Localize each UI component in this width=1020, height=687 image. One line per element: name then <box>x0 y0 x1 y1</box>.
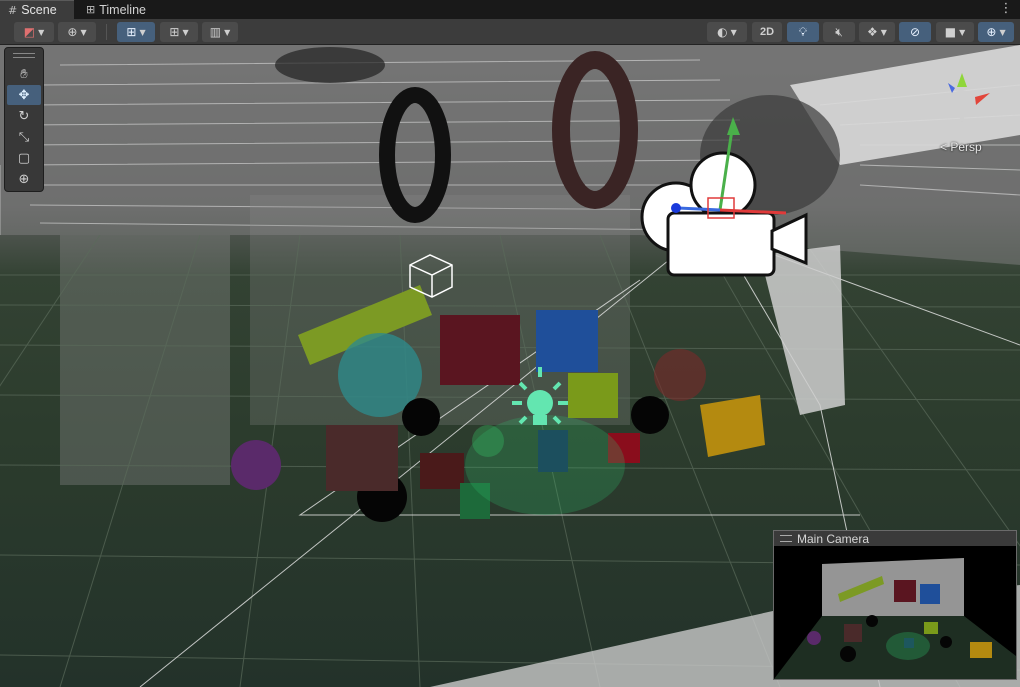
global-local-dropdown[interactable]: ⊕ ▼ <box>58 22 96 42</box>
ruler-snap-dropdown[interactable]: ▥ ▼ <box>202 22 238 42</box>
tab-timeline[interactable]: ⊞ Timeline <box>78 0 158 19</box>
gizmos-dropdown[interactable]: ⊕ ▼ <box>978 22 1014 42</box>
chevron-down-icon: ▼ <box>182 27 189 37</box>
ruler-icon: ▥ <box>209 25 222 39</box>
tab-label: Timeline <box>99 2 146 17</box>
effects-icon: ❖ <box>867 25 878 39</box>
hand-tool-icon[interactable]: ✋︎ <box>7 64 41 84</box>
tab-bar: # Scene ⊞ Timeline ⋮ <box>0 0 1020 19</box>
shading-dropdown[interactable]: ◐ ▼ <box>707 22 747 42</box>
chevron-down-icon: ▼ <box>959 27 966 37</box>
timeline-icon: ⊞ <box>86 3 96 16</box>
effects-dropdown[interactable]: ❖ ▼ <box>859 22 895 42</box>
rotate-tool-icon[interactable]: ↻ <box>7 106 41 126</box>
lighting-toggle[interactable]: 💡︎ <box>787 22 819 42</box>
camera-preview: Main Camera <box>773 530 1017 680</box>
grid-icon: # <box>8 3 18 17</box>
lightbulb-icon: 💡︎ <box>798 24 808 39</box>
chevron-down-icon: ▼ <box>139 27 146 37</box>
camera-icon: ■ <box>944 25 957 39</box>
tools-overlay: ✋︎ ✥ ↻ ⤡ ▢ ⊕ <box>4 47 44 192</box>
tab-scene[interactable]: # Scene <box>0 0 74 19</box>
chevron-down-icon: ▼ <box>38 27 45 37</box>
rect-tool-icon[interactable]: ▢ <box>7 148 41 168</box>
preview-title: Main Camera <box>797 531 870 546</box>
grid-snap-icon: ⊞ <box>126 25 137 39</box>
sphere-shading-icon: ◐ <box>717 25 728 39</box>
transform-tool-icon[interactable]: ⊕ <box>7 169 41 189</box>
camera-settings-dropdown[interactable]: ■ ▼ <box>936 22 974 42</box>
toolbar-divider <box>106 24 107 40</box>
audio-mute-icon: 🔇︎ <box>835 24 843 39</box>
chevron-down-icon: ▼ <box>224 27 231 37</box>
projection-toggle[interactable]: < Persp <box>940 140 982 154</box>
toggle-2d-button[interactable]: 2D <box>752 22 782 42</box>
chevron-down-icon: ▼ <box>999 27 1006 37</box>
chevron-down-icon: ▼ <box>880 27 887 37</box>
chevron-down-icon: ▼ <box>730 27 737 37</box>
preview-title-bar[interactable]: Main Camera <box>774 531 1016 546</box>
palette-grip[interactable] <box>13 53 35 58</box>
increment-snap-icon: ⊞ <box>169 25 180 39</box>
scene-toolbar: ◩ ▼ ⊕ ▼ ⊞ ▼ ⊞ ▼ ▥ ▼ ◐ ▼ 2D 💡︎ 🔇︎ ❖ ▼ ⊘ ■ ▼ ⊕ ▼ <box>0 19 1020 45</box>
camera-preview-image <box>774 558 1016 679</box>
scene-visibility-toggle[interactable]: ⊘ <box>899 22 931 42</box>
grid-snapping-toggle[interactable]: ⊞ ▼ <box>117 22 155 42</box>
move-tool-icon[interactable]: ✥ <box>7 85 41 105</box>
shading-mode-icon: ◩ <box>23 25 36 39</box>
tab-label: Scene <box>21 3 57 17</box>
chevron-down-icon: ▼ <box>80 27 87 37</box>
scene-viewport[interactable]: ✋︎ ✥ ↻ ⤡ ▢ ⊕ < Persp Main Camera <box>0 45 1020 687</box>
scale-tool-icon[interactable]: ⤡ <box>7 127 41 147</box>
drag-handle-icon <box>780 535 792 542</box>
draw-mode-dropdown[interactable]: ◩ ▼ <box>14 22 54 42</box>
eye-hidden-icon: ⊘ <box>909 25 921 39</box>
gizmo-icon: ⊕ <box>986 25 997 39</box>
more-options-icon[interactable]: ⋮ <box>998 1 1014 17</box>
globe-icon: ⊕ <box>67 25 78 39</box>
audio-toggle[interactable]: 🔇︎ <box>823 22 855 42</box>
increment-snap-dropdown[interactable]: ⊞ ▼ <box>160 22 198 42</box>
